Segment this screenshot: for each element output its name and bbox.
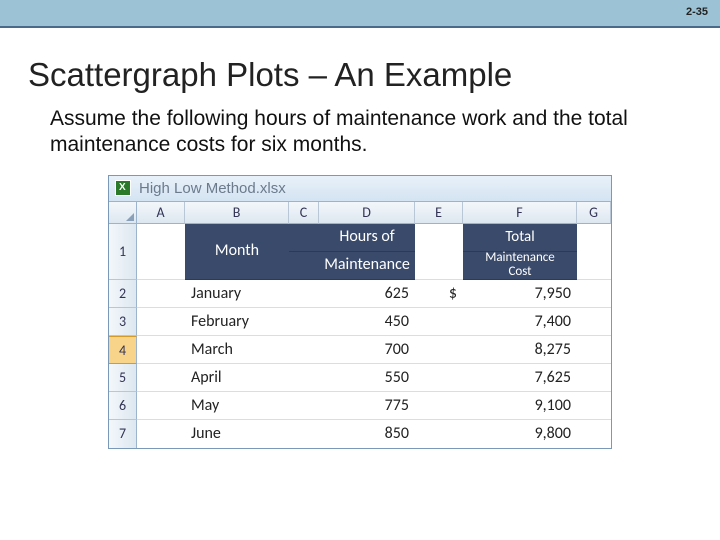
cell-E5[interactable]: [415, 364, 463, 392]
excel-filename: High Low Method.xlsx: [139, 180, 286, 197]
cell-E7[interactable]: [415, 420, 463, 448]
row-head-5[interactable]: 5: [109, 364, 137, 392]
cell-A4[interactable]: [137, 336, 185, 364]
cell-A7[interactable]: [137, 420, 185, 448]
page-number: 2-35: [686, 6, 708, 18]
cell-C4[interactable]: [289, 336, 319, 364]
row-head-2[interactable]: 2: [109, 280, 137, 308]
cell-B2[interactable]: January: [185, 280, 289, 308]
col-head-D[interactable]: D: [319, 202, 415, 224]
row-head-1[interactable]: 1: [109, 224, 137, 280]
col-head-G[interactable]: G: [577, 202, 611, 224]
cell-D5[interactable]: 550: [319, 364, 415, 392]
cell-G1[interactable]: [577, 224, 611, 280]
cell-C6[interactable]: [289, 392, 319, 420]
cell-D6[interactable]: 775: [319, 392, 415, 420]
cell-F5[interactable]: 7,625: [463, 364, 577, 392]
header-month[interactable]: Month: [185, 224, 289, 280]
cell-A5[interactable]: [137, 364, 185, 392]
cell-F7[interactable]: 9,800: [463, 420, 577, 448]
excel-titlebar: High Low Method.xlsx: [109, 176, 611, 202]
row-head-6[interactable]: 6: [109, 392, 137, 420]
cell-C2[interactable]: [289, 280, 319, 308]
cell-B7[interactable]: June: [185, 420, 289, 448]
cell-F4[interactable]: 8,275: [463, 336, 577, 364]
cell-G2[interactable]: [577, 280, 611, 308]
cell-E3[interactable]: [415, 308, 463, 336]
cell-C7[interactable]: [289, 420, 319, 448]
cell-E1[interactable]: [415, 224, 463, 280]
col-head-A[interactable]: A: [137, 202, 185, 224]
header-hours-top[interactable]: Hours of: [319, 224, 415, 252]
excel-grid: A B C D E F G 1 Month Hours of Total Mai…: [109, 202, 611, 448]
cell-C1-top[interactable]: [289, 224, 319, 252]
header-hours-bottom[interactable]: Maintenance: [319, 252, 415, 280]
cell-B4[interactable]: March: [185, 336, 289, 364]
slide-title: Scattergraph Plots – An Example: [28, 56, 720, 94]
cell-C5[interactable]: [289, 364, 319, 392]
cell-A2[interactable]: [137, 280, 185, 308]
cell-E2[interactable]: $: [415, 280, 463, 308]
col-head-E[interactable]: E: [415, 202, 463, 224]
cell-E6[interactable]: [415, 392, 463, 420]
cell-G5[interactable]: [577, 364, 611, 392]
cell-F2[interactable]: 7,950: [463, 280, 577, 308]
slide-header-bar: 2-35: [0, 0, 720, 28]
cell-C3[interactable]: [289, 308, 319, 336]
cell-D3[interactable]: 450: [319, 308, 415, 336]
excel-icon: [115, 180, 131, 196]
slide-subtitle: Assume the following hours of maintenanc…: [50, 106, 680, 159]
cell-B5[interactable]: April: [185, 364, 289, 392]
cell-D7[interactable]: 850: [319, 420, 415, 448]
cell-C1-bot[interactable]: [289, 252, 319, 280]
row-head-3[interactable]: 3: [109, 308, 137, 336]
row-head-7[interactable]: 7: [109, 420, 137, 448]
select-all-corner[interactable]: [109, 202, 137, 224]
col-head-F[interactable]: F: [463, 202, 577, 224]
cell-D2[interactable]: 625: [319, 280, 415, 308]
cell-G7[interactable]: [577, 420, 611, 448]
excel-window: High Low Method.xlsx A B C D E F G 1 Mon…: [108, 175, 612, 449]
row-head-4[interactable]: 4: [109, 336, 137, 364]
cell-B3[interactable]: February: [185, 308, 289, 336]
cell-A6[interactable]: [137, 392, 185, 420]
col-head-C[interactable]: C: [289, 202, 319, 224]
cell-E4[interactable]: [415, 336, 463, 364]
header-total-mid[interactable]: MaintenanceCost: [463, 252, 577, 280]
cell-F6[interactable]: 9,100: [463, 392, 577, 420]
cell-A1[interactable]: [137, 224, 185, 280]
cell-A3[interactable]: [137, 308, 185, 336]
col-head-B[interactable]: B: [185, 202, 289, 224]
cell-G4[interactable]: [577, 336, 611, 364]
cell-F3[interactable]: 7,400: [463, 308, 577, 336]
cell-B6[interactable]: May: [185, 392, 289, 420]
header-total-top[interactable]: Total: [463, 224, 577, 252]
cell-G3[interactable]: [577, 308, 611, 336]
cell-D4[interactable]: 700: [319, 336, 415, 364]
cell-G6[interactable]: [577, 392, 611, 420]
